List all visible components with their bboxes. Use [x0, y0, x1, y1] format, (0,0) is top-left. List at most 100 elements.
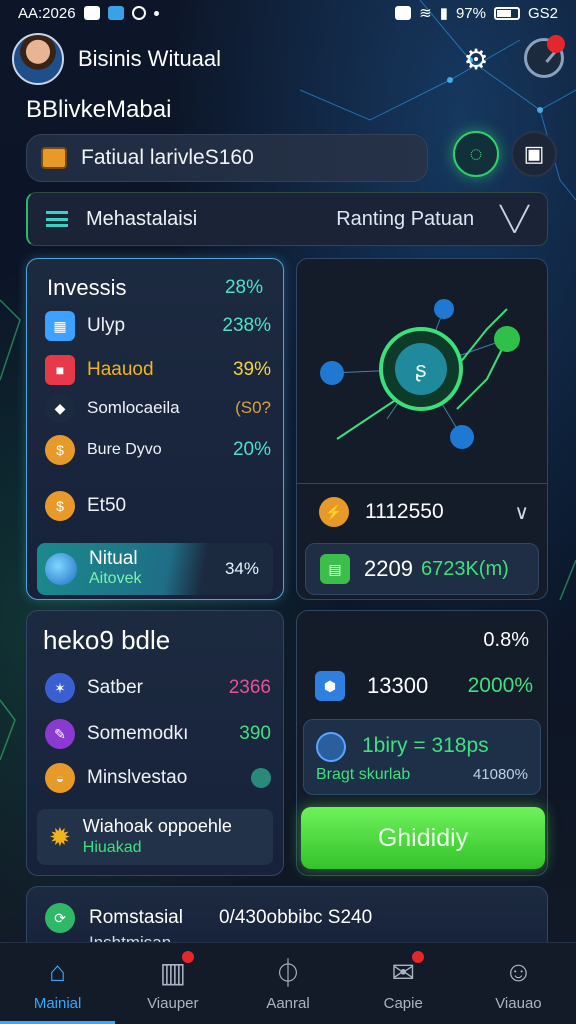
invest-row-label: Somlocaeila	[87, 398, 180, 417]
tab-mail[interactable]: ✉ Capie	[346, 943, 461, 1024]
notes-row-label: Minslvestao	[87, 767, 188, 788]
menu-bar-label: Mehastalaisi	[86, 207, 198, 230]
tab-label: Mainial	[33, 995, 82, 1012]
stats-card: 0.8% ⬢ 13300 2000% 1biry = 318ps Bragt s…	[296, 610, 548, 876]
tab-home[interactable]: ⌂ Mainial	[0, 943, 116, 1024]
network-value-row[interactable]: ⚡ 1112550 ∨	[319, 497, 529, 527]
invest-card: Invessis 28% ▦ Ulyp 238% ■ Haauod 39% ◆ …	[26, 258, 284, 600]
chevron-down-icon[interactable]: ∨	[514, 500, 529, 525]
invest-row[interactable]: $ Bure Dyvo 20%	[45, 435, 271, 465]
menu-icon	[46, 211, 68, 227]
notes-row-value: 390	[239, 723, 271, 744]
invest-card-percent: 28%	[224, 277, 263, 298]
avatar[interactable]	[12, 33, 64, 85]
notes-row-label: Satber	[87, 677, 143, 698]
invest-row[interactable]: ◆ Somlocaeila (S0?	[45, 393, 271, 423]
cap-icon: ◒	[45, 763, 75, 793]
highlight-value: 34%	[224, 559, 259, 578]
menu-bar[interactable]: Mehastalaisi Ranting Patuan ╲╱	[26, 192, 548, 246]
store-icon: ▣	[523, 141, 545, 166]
tab-badge	[181, 951, 194, 963]
tab-label: Viauper	[147, 995, 199, 1012]
bluetooth-icon	[395, 6, 412, 20]
square-icon: ■	[45, 355, 75, 385]
notifications-button[interactable]	[524, 35, 565, 78]
bottom-tab-bar: ⌂ Mainial ▥ Viauper ⏀ Aanral ✉ Capie ☺ V…	[0, 942, 576, 1024]
notes-card: heko9 bdle ✶ Satber 2366 ✎ Somemodkı 390…	[26, 610, 284, 876]
network-card: ʂ ⚡ 1112550 ∨ ▤ 2209 6723K(m)	[296, 258, 548, 600]
network-value: 1112550	[365, 500, 444, 523]
stats-box-right: 41080%	[472, 766, 528, 783]
battery-icon	[493, 6, 520, 20]
coin-icon: $	[45, 491, 75, 521]
power-icon: ⏀	[273, 958, 302, 989]
account-pill-text: Fatiual larivleS160	[81, 146, 254, 169]
invest-row-value: (S0?	[235, 398, 271, 417]
notification-badge	[547, 35, 565, 53]
notes-row-value: 2366	[228, 677, 271, 698]
network-pill[interactable]: ▤ 2209 6723K(m)	[305, 543, 539, 595]
notes-row[interactable]: ✎ Somemodkı 390	[45, 719, 271, 749]
tab-profile[interactable]: ☺ Viauao	[461, 943, 576, 1024]
network-graph: ʂ	[320, 299, 520, 449]
tool-icon: ✶	[45, 673, 75, 703]
tab-badge	[412, 951, 425, 963]
mail-icon: ✉	[386, 951, 425, 989]
menu-bar-right-label: Ranting Patuan	[336, 207, 475, 230]
highlight-title: Nitual	[89, 548, 138, 569]
svg-text:ʂ: ʂ	[416, 357, 427, 382]
invest-row-value: 20%	[232, 439, 271, 460]
tab-label: Aanral	[266, 995, 310, 1012]
tab-stats[interactable]: ▥ Viauper	[115, 943, 230, 1024]
notes-row[interactable]: ✶ Satber 2366	[45, 673, 271, 703]
status-time: AA:2026	[18, 4, 76, 22]
notes-row[interactable]: ◒ Minslvestao	[45, 763, 271, 793]
refresh-icon: ⟳	[45, 903, 75, 933]
coin-icon: ⚡	[319, 497, 349, 527]
tab-label: Capie	[383, 995, 423, 1012]
settings-gear-icon[interactable]: ⚙	[456, 39, 496, 79]
wifi-icon: ≋	[419, 5, 432, 22]
brush-icon: ✎	[45, 719, 75, 749]
app-icon	[107, 6, 124, 20]
diamond-icon: ◆	[45, 393, 75, 423]
invest-row[interactable]: ▦ Ulyp 238%	[45, 311, 271, 341]
primary-action-button[interactable]: Ghididiy	[301, 807, 545, 869]
notes-row-label: Somemodkı	[87, 723, 189, 744]
notes-card-title: heko9 bdle	[43, 625, 171, 655]
chat-button[interactable]: ◌	[453, 131, 499, 177]
stats-box-left: Bragt skurlab	[316, 766, 411, 783]
chat-icon	[83, 6, 100, 20]
bottom-row[interactable]: ⟳ Romstasial 0/430obbibc S240	[45, 903, 372, 933]
tab-power[interactable]: ⏀ Aanral	[230, 943, 345, 1024]
more-dot-icon	[153, 10, 159, 16]
gauge-icon	[316, 732, 346, 762]
invest-row[interactable]: $ Et50	[45, 491, 271, 521]
account-pill[interactable]: Fatiual larivleS160	[26, 134, 428, 182]
signal-icon: ▮	[439, 5, 448, 22]
notes-box[interactable]: ✹ Wiahoak oppoehle Hiuakad	[37, 809, 273, 865]
stats-green-value: 2000%	[467, 674, 533, 697]
bottom-row-label: Romstasial	[89, 907, 183, 928]
notification-icon	[131, 6, 146, 20]
highlight-subtitle: Aitovek	[89, 570, 142, 587]
invest-row-value: 238%	[222, 315, 271, 336]
network-pill-small: 6723K(m)	[420, 557, 509, 580]
battery-percent: 97%	[455, 4, 486, 22]
stats-icon: ▥	[156, 951, 194, 989]
page-subtitle: BBlivkeMabai	[26, 96, 172, 123]
coin-icon: $	[45, 435, 75, 465]
chevron-icon[interactable]: ╲╱	[500, 205, 529, 234]
stats-box[interactable]: 1biry = 318ps Bragt skurlab 41080%	[303, 719, 541, 795]
stats-row[interactable]: ⬢ 13300 2000%	[315, 671, 533, 701]
store-button[interactable]: ▣	[511, 131, 557, 177]
cube-icon: ⬢	[315, 671, 345, 701]
invest-row[interactable]: ■ Haauod 39%	[45, 355, 271, 385]
invest-card-title: Invessis	[47, 275, 127, 300]
invest-row-label: Ulyp	[87, 315, 126, 336]
user-icon: ☺	[504, 956, 533, 987]
highlight-row[interactable]: Nitual Aitovek 34%	[37, 543, 273, 595]
app-title: Bisinis Wituaal	[78, 46, 222, 71]
invest-row-label: Bure Dyvo	[87, 441, 162, 458]
invest-row-label: Haauod	[87, 359, 154, 380]
